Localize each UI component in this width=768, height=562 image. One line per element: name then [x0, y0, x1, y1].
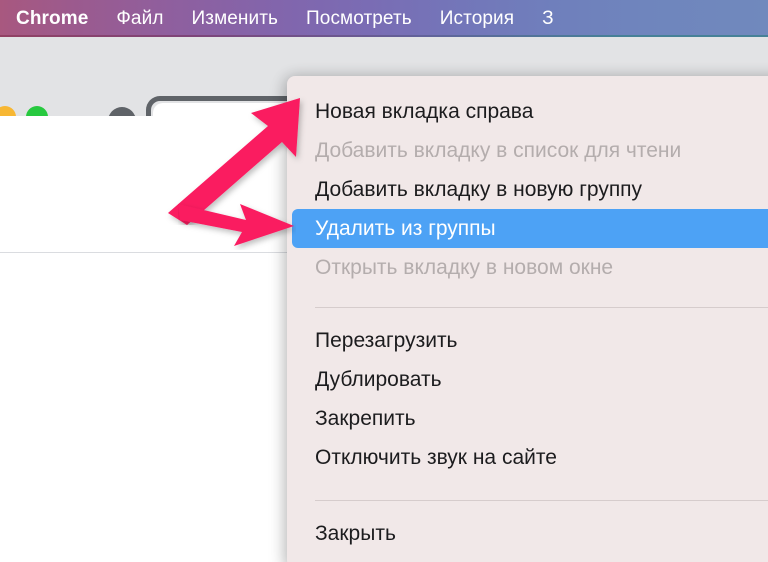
- menubar-item-history[interactable]: История: [440, 8, 514, 30]
- menu-item-reload[interactable]: Перезагрузить: [287, 321, 768, 360]
- menubar-item-file[interactable]: Файл: [116, 8, 163, 30]
- menubar-item-bookmarks[interactable]: З: [542, 8, 554, 30]
- menu-item-add-to-new-group[interactable]: Добавить вкладку в новую группу: [287, 170, 768, 209]
- menu-item-new-tab-right[interactable]: Новая вкладка справа: [287, 92, 768, 131]
- menu-item-remove-from-group[interactable]: Удалить из группы: [287, 209, 768, 248]
- screenshot-root: Chrome Файл Изменить Посмотреть История …: [0, 0, 768, 562]
- menubar-item-view[interactable]: Посмотреть: [306, 8, 412, 30]
- menu-item-mute-site[interactable]: Отключить звук на сайте: [287, 438, 768, 477]
- menu-item-add-to-reading-list: Добавить вкладку в список для чтени: [315, 138, 682, 162]
- menu-item-duplicate[interactable]: Дублировать: [287, 360, 768, 399]
- tab-context-menu: Новая вкладка справа Добавить вкладку в …: [287, 76, 768, 562]
- menu-item-open-in-new-window: Открыть вкладку в новом окне: [315, 255, 614, 279]
- menubar-item-chrome[interactable]: Chrome: [16, 8, 88, 30]
- menu-item-close[interactable]: Закрыть: [287, 514, 768, 553]
- menubar-item-edit[interactable]: Изменить: [192, 8, 279, 30]
- menu-separator-1: [315, 307, 768, 308]
- menu-item-pin[interactable]: Закрепить: [287, 399, 768, 438]
- menu-separator-2: [315, 500, 768, 501]
- macos-menu-bar: Chrome Файл Изменить Посмотреть История …: [0, 0, 768, 37]
